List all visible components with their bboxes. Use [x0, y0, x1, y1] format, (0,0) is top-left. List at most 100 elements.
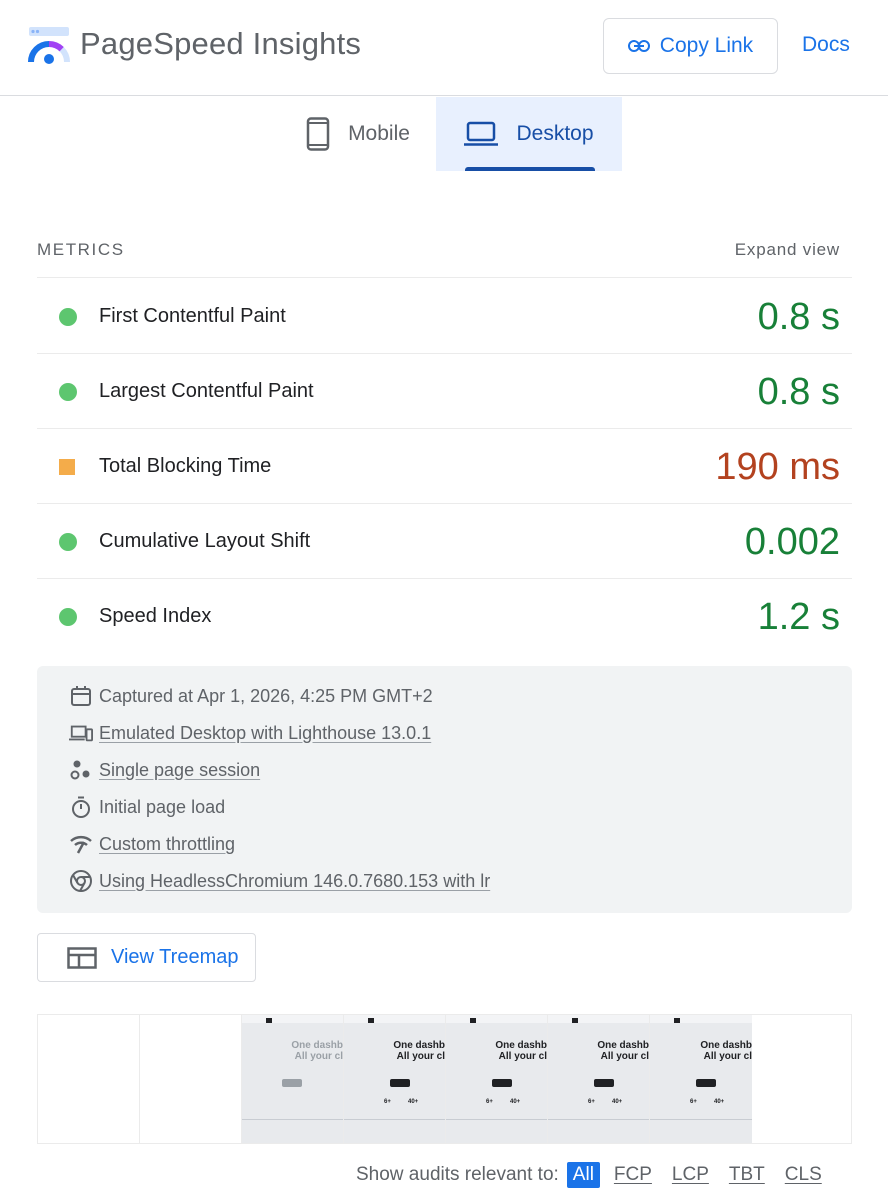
metrics-title: METRICS — [37, 240, 125, 259]
frame-stat: 40+ — [408, 1099, 419, 1105]
frame-cta — [696, 1079, 716, 1087]
tab-mobile-label: Mobile — [348, 122, 410, 145]
metric-label: Speed Index — [99, 605, 212, 627]
metric-row-tbt: Total Blocking Time 190 ms — [37, 429, 852, 504]
filter-chip-all[interactable]: All — [566, 1162, 600, 1188]
frame-nav — [344, 1015, 445, 1023]
signal-icon — [70, 836, 92, 854]
frame-cta — [492, 1079, 512, 1087]
frame-nav — [242, 1015, 343, 1023]
frame-headline: One dashb All your cl — [393, 1040, 445, 1062]
calendar-icon — [71, 686, 91, 706]
metric-label: Largest Contentful Paint — [99, 380, 314, 402]
view-treemap-button[interactable]: View Treemap — [37, 933, 256, 982]
frame-stat: 6+ — [486, 1099, 493, 1105]
pass-indicator-icon — [59, 308, 77, 326]
view-treemap-label: View Treemap — [111, 946, 239, 968]
metric-value: 0.002 — [744, 521, 840, 563]
frame-stat: 40+ — [510, 1099, 521, 1105]
frame-logo — [470, 1018, 476, 1023]
tab-desktop[interactable]: Desktop — [436, 97, 622, 171]
app-title: PageSpeed Insights — [80, 26, 362, 61]
pagespeed-logo-icon — [28, 27, 70, 64]
info-load-text: Initial page load — [99, 796, 226, 817]
docs-link[interactable]: Docs — [802, 33, 850, 57]
metric-value: 0.8 s — [757, 296, 840, 338]
info-throttling: Custom throttling — [69, 831, 235, 857]
tab-mobile[interactable]: Mobile — [280, 97, 436, 171]
run-info-panel: Captured at Apr 1, 2026, 4:25 PM GMT+2 E… — [37, 666, 852, 913]
info-throttling-link[interactable]: Custom throttling — [99, 834, 235, 855]
frame-headline: One dashb All your cl — [291, 1040, 343, 1062]
filmstrip-frame: One dashb All your cl — [242, 1015, 344, 1143]
treemap-icon — [67, 946, 97, 969]
laptop-icon — [464, 121, 499, 146]
filmstrip-frame: One dashb All your cl 6+ 40+ — [650, 1015, 752, 1143]
metric-row-si: Speed Index 1.2 s — [37, 579, 852, 654]
tab-desktop-label: Desktop — [516, 122, 594, 145]
average-indicator-icon — [59, 459, 75, 475]
info-browser-link[interactable]: Using HeadlessChromium 146.0.7680.153 wi… — [99, 871, 490, 892]
pass-indicator-icon — [59, 608, 77, 626]
frame-cta — [282, 1079, 302, 1087]
filter-chip-fcp[interactable]: FCP — [608, 1162, 658, 1188]
info-emulated: Emulated Desktop with Lighthouse 13.0.1 — [69, 720, 431, 746]
info-emulated-link[interactable]: Emulated Desktop with Lighthouse 13.0.1 — [99, 723, 431, 744]
chrome-icon — [70, 870, 92, 892]
filter-chip-lcp[interactable]: LCP — [666, 1162, 715, 1188]
frame-logo — [368, 1018, 374, 1023]
info-session: Single page session — [69, 757, 260, 783]
session-icon — [70, 760, 90, 780]
filter-chip-cls[interactable]: CLS — [779, 1162, 828, 1188]
link-icon — [627, 40, 650, 52]
filmstrip-frame — [140, 1015, 242, 1143]
phone-icon — [306, 117, 330, 151]
metric-value: 190 ms — [715, 446, 840, 488]
metric-value: 0.8 s — [757, 371, 840, 413]
frame-stat: 40+ — [612, 1099, 623, 1105]
audit-filter-label: Show audits relevant to: — [356, 1164, 559, 1185]
filter-chip-tbt[interactable]: TBT — [723, 1162, 771, 1188]
frame-divider — [548, 1119, 649, 1120]
frame-stat: 6+ — [384, 1099, 391, 1105]
expand-view-toggle[interactable]: Expand view — [735, 240, 840, 260]
frame-headline: One dashb All your cl — [597, 1040, 649, 1062]
frame-divider — [446, 1119, 547, 1120]
metric-label: Cumulative Layout Shift — [99, 530, 311, 552]
metric-label: First Contentful Paint — [99, 305, 286, 327]
metric-row-cls: Cumulative Layout Shift 0.002 — [37, 504, 852, 579]
info-session-link[interactable]: Single page session — [99, 760, 260, 781]
metric-row-fcp: First Contentful Paint 0.8 s — [37, 279, 852, 354]
copy-link-button[interactable]: Copy Link — [603, 18, 778, 74]
audit-filter-bar: Show audits relevant to: All FCP LCP TBT… — [356, 1160, 828, 1190]
metric-value: 1.2 s — [757, 596, 840, 638]
info-browser: Using HeadlessChromium 146.0.7680.153 wi… — [69, 868, 490, 894]
frame-headline: One dashb All your cl — [700, 1040, 752, 1062]
devices-icon — [69, 725, 93, 742]
info-captured-text: Captured at Apr 1, 2026, 4:25 PM GMT+2 — [99, 685, 433, 706]
frame-nav — [650, 1015, 752, 1023]
copy-link-label: Copy Link — [659, 34, 754, 57]
frame-divider — [242, 1119, 343, 1120]
frame-stat: 6+ — [588, 1099, 595, 1105]
filmstrip-frame — [38, 1015, 140, 1143]
frame-divider — [650, 1119, 752, 1120]
frame-logo — [572, 1018, 578, 1023]
info-captured: Captured at Apr 1, 2026, 4:25 PM GMT+2 — [69, 683, 433, 709]
timer-icon — [72, 796, 90, 818]
info-load: Initial page load — [69, 794, 225, 820]
frame-nav — [446, 1015, 547, 1023]
filmstrip: One dashb All your cl One dashb All your c… — [37, 1014, 852, 1144]
filmstrip-frame: One dashb All your cl 6+ 40+ — [446, 1015, 548, 1143]
frame-stat: 6+ — [690, 1099, 697, 1105]
frame-headline: One dashb All your cl — [495, 1040, 547, 1062]
filmstrip-frame: One dashb All your cl 6+ 40+ — [548, 1015, 650, 1143]
filmstrip-frame: One dashb All your cl 6+ 40+ — [344, 1015, 446, 1143]
metric-row-lcp: Largest Contentful Paint 0.8 s — [37, 354, 852, 429]
app-header: PageSpeed Insights Copy Link Docs — [0, 0, 888, 96]
frame-stat: 40+ — [714, 1099, 725, 1105]
pass-indicator-icon — [59, 383, 77, 401]
frame-cta — [390, 1079, 410, 1087]
frame-cta — [594, 1079, 614, 1087]
frame-nav — [548, 1015, 649, 1023]
